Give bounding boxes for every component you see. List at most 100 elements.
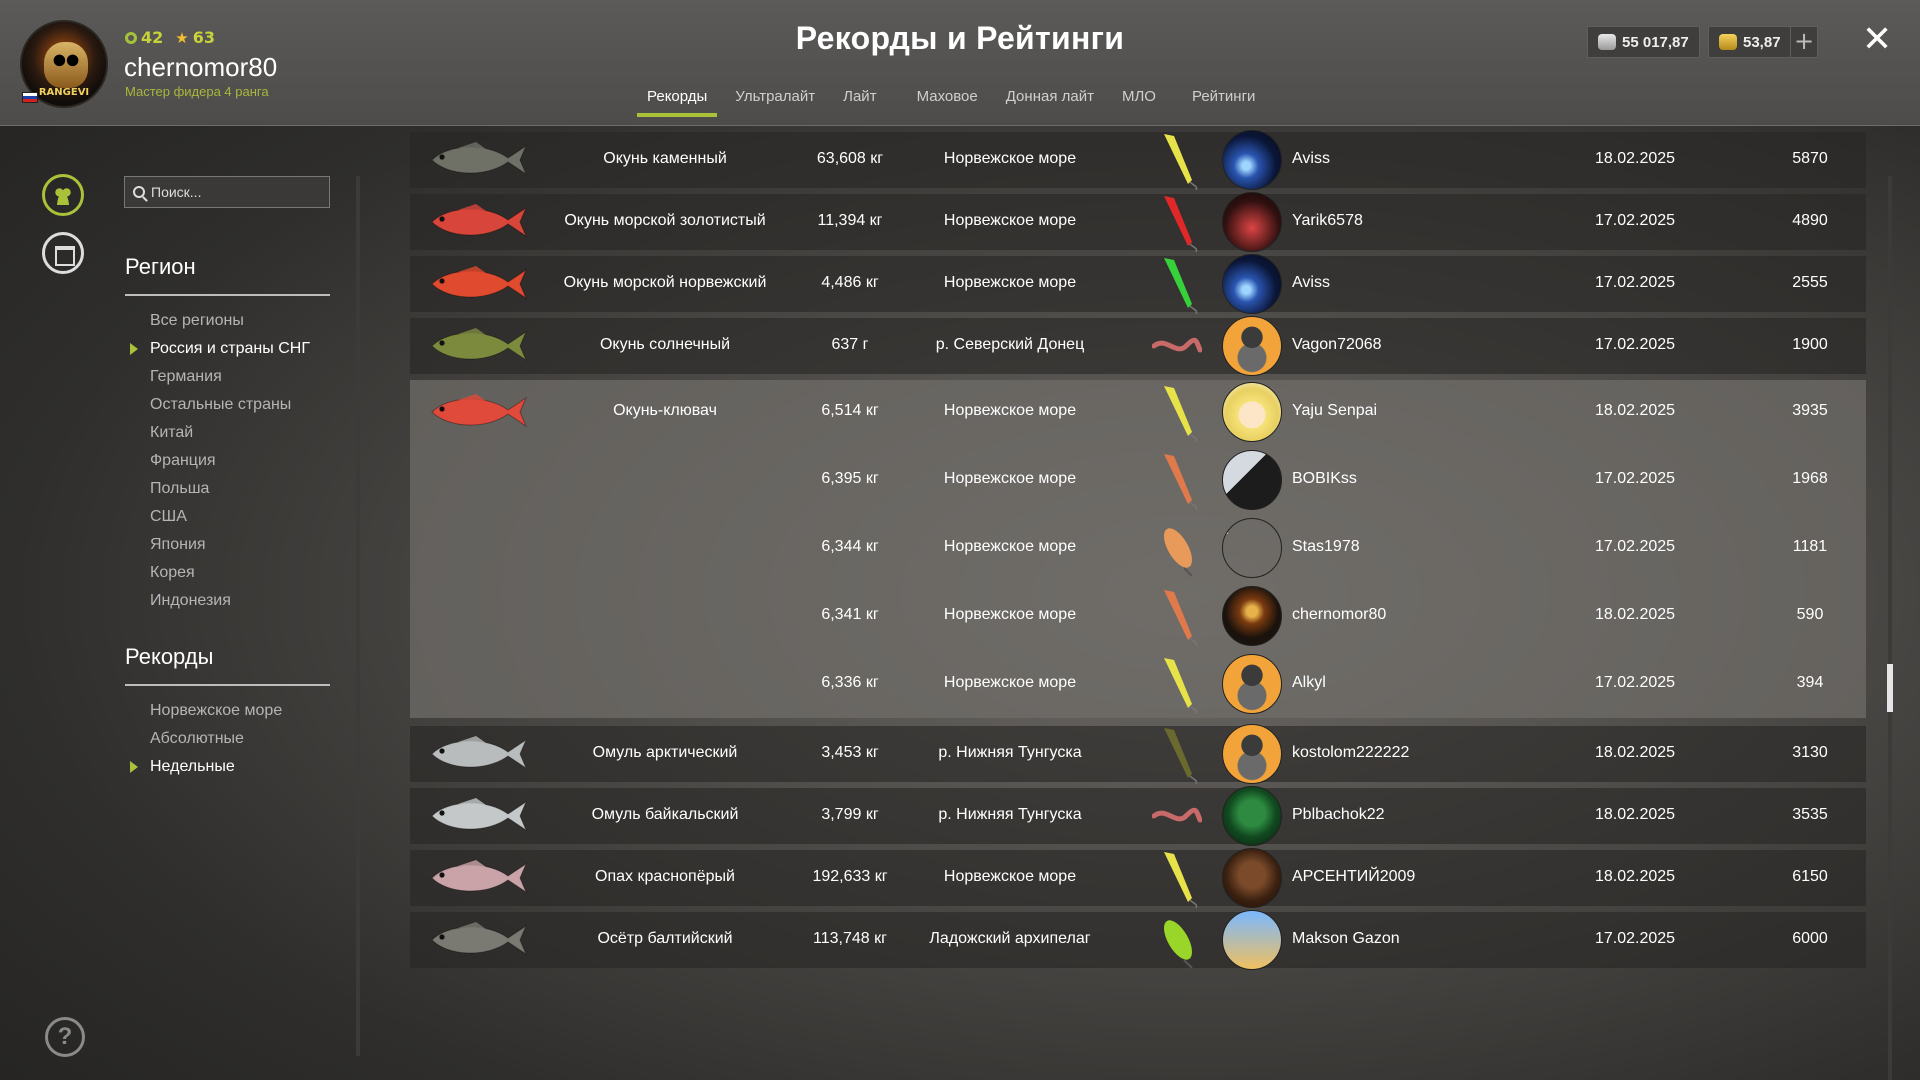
player-avatar[interactable] [1222, 382, 1282, 442]
table-row[interactable]: Омуль арктический 3,453 кг р. Нижняя Тунгу… [410, 724, 1866, 784]
player-avatar[interactable] [1222, 316, 1282, 376]
region-item-all[interactable]: Все регионы [150, 307, 310, 335]
player-avatar[interactable] [1222, 130, 1282, 190]
record-date: 18.02.2025 [1594, 744, 1676, 761]
player-avatar[interactable] [1222, 254, 1282, 314]
tab-mlo[interactable]: МЛО [1108, 88, 1178, 117]
table-row[interactable]: Омуль байкальский 3,799 кг р. Нижняя Тунгу… [410, 786, 1866, 846]
red-jig-lure-icon [1164, 196, 1198, 252]
fish-name: Окунь-клювач [613, 402, 717, 419]
table-scrollbar[interactable] [1888, 176, 1892, 1080]
table-row[interactable]: Опах краснопёрый 192,633 кг Норвежское мор… [410, 848, 1866, 908]
fish-name: Окунь каменный [603, 150, 727, 167]
silver-value: 55 017,87 [1622, 33, 1689, 51]
player-name: chernomor80 [1292, 606, 1387, 623]
player-name: Yaju Senpai [1292, 402, 1378, 419]
archive-icon[interactable] [42, 232, 84, 274]
record-weight: 6,344 кг [821, 538, 879, 555]
record-location: Норвежское море [943, 674, 1077, 691]
table-row-group[interactable]: Окунь-клювач 6,514 кг Норвежское море Yaju … [410, 380, 1866, 718]
fish-image [431, 328, 528, 362]
player-avatar[interactable] [1222, 654, 1282, 714]
record-score: 394 [1796, 674, 1824, 691]
player-avatar[interactable] [1222, 586, 1282, 646]
player-avatar[interactable] [1222, 786, 1282, 846]
tab-bar: Рекорды Ультралайт Лайт Маховое Донная л… [633, 88, 1269, 117]
records-item-weekly[interactable]: Недельные [129, 753, 282, 781]
add-currency-button[interactable]: + [1790, 26, 1818, 58]
region-item-poland[interactable]: Польша [150, 475, 310, 503]
record-location: Норвежское море [943, 538, 1077, 555]
records-item-absolute[interactable]: Абсолютные [150, 725, 282, 753]
tab-bottom-light[interactable]: Донная лайт [992, 88, 1108, 117]
tab-records[interactable]: Рекорды [633, 88, 721, 117]
records-item-norwegian-sea[interactable]: Норвежское море [150, 697, 282, 725]
table-row[interactable]: Окунь морской золотистый 11,394 кг Норвежс… [410, 192, 1866, 252]
player-avatar[interactable]: ? [1222, 518, 1282, 578]
community-icon[interactable] [42, 174, 84, 216]
table-row[interactable]: Осётр балтийский 113,748 кг Ладожский архи… [410, 910, 1866, 970]
records-list: Норвежское море Абсолютные Недельные [129, 697, 282, 781]
help-icon[interactable]: ? [45, 1017, 85, 1057]
scrollbar-thumb[interactable] [1887, 664, 1893, 712]
tab-float[interactable]: Маховое [903, 88, 992, 117]
record-weight: 192,633 кг [812, 868, 888, 885]
record-date: 18.02.2025 [1594, 150, 1676, 167]
player-name: Pblbachok22 [1292, 806, 1385, 823]
record-date: 18.02.2025 [1594, 606, 1676, 623]
gold-coin-icon [1719, 34, 1737, 50]
record-weight: 3,453 кг [821, 744, 879, 761]
record-weight: 6,336 кг [821, 674, 879, 691]
gold-balance: 53,87 [1708, 26, 1792, 58]
yellow-jig-lure-icon [1164, 852, 1198, 908]
record-weight: 113,748 кг [813, 930, 887, 947]
record-weight: 4,486 кг [821, 274, 879, 291]
player-avatar[interactable] [1222, 724, 1282, 784]
player-avatar[interactable] [1222, 192, 1282, 252]
region-item-russia-cis[interactable]: Россия и страны СНГ [130, 335, 310, 363]
region-item-other[interactable]: Остальные страны [150, 391, 310, 419]
table-row[interactable]: Окунь морской норвежский 4,486 кг Норвежск… [410, 254, 1866, 314]
russia-flag-icon [22, 92, 38, 103]
region-item-korea[interactable]: Корея [150, 559, 310, 587]
close-icon[interactable]: ✕ [1862, 20, 1892, 60]
record-score: 1968 [1792, 470, 1828, 487]
record-score: 2555 [1792, 274, 1828, 291]
record-score: 1900 [1792, 336, 1828, 353]
player-avatar[interactable] [1222, 910, 1282, 970]
fish-image [431, 798, 528, 832]
records-divider [125, 684, 330, 686]
region-item-china[interactable]: Китай [150, 419, 310, 447]
record-location: Норвежское море [943, 402, 1077, 419]
record-location: Норвежское море [943, 274, 1077, 291]
fish-name: Окунь морской норвежский [563, 274, 767, 291]
region-item-usa[interactable]: США [150, 503, 310, 531]
tab-ratings[interactable]: Рейтинги [1178, 88, 1269, 117]
avatar-tag: RANGEVI [38, 87, 90, 98]
record-weight: 3,799 кг [821, 806, 879, 823]
search-field[interactable] [124, 176, 330, 208]
record-score: 6000 [1792, 930, 1828, 947]
records-title: Рекорды [125, 644, 214, 669]
region-item-japan[interactable]: Япония [150, 531, 310, 559]
fish-image [431, 736, 528, 770]
search-input[interactable] [151, 184, 321, 200]
silver-balance: 55 017,87 [1587, 26, 1700, 58]
table-row[interactable]: Окунь каменный 63,608 кг Норвежское море Av… [410, 130, 1866, 190]
tab-light[interactable]: Лайт [829, 88, 902, 117]
region-item-france[interactable]: Франция [150, 447, 310, 475]
record-date: 17.02.2025 [1594, 470, 1676, 487]
region-item-germany[interactable]: Германия [150, 363, 310, 391]
tab-ultralight[interactable]: Ультралайт [721, 88, 829, 117]
record-location: Норвежское море [943, 606, 1077, 623]
fish-name: Опах краснопёрый [595, 868, 735, 885]
record-weight: 637 г [831, 336, 869, 353]
record-date: 17.02.2025 [1594, 274, 1676, 291]
panel-divider [356, 176, 360, 1056]
table-row[interactable]: Окунь солнечный 637 г р. Северский Донец Va… [410, 316, 1866, 376]
record-date: 17.02.2025 [1594, 212, 1676, 229]
region-item-indonesia[interactable]: Индонезия [150, 587, 310, 615]
player-avatar[interactable] [1222, 848, 1282, 908]
record-date: 17.02.2025 [1594, 930, 1676, 947]
player-avatar[interactable] [1222, 450, 1282, 510]
